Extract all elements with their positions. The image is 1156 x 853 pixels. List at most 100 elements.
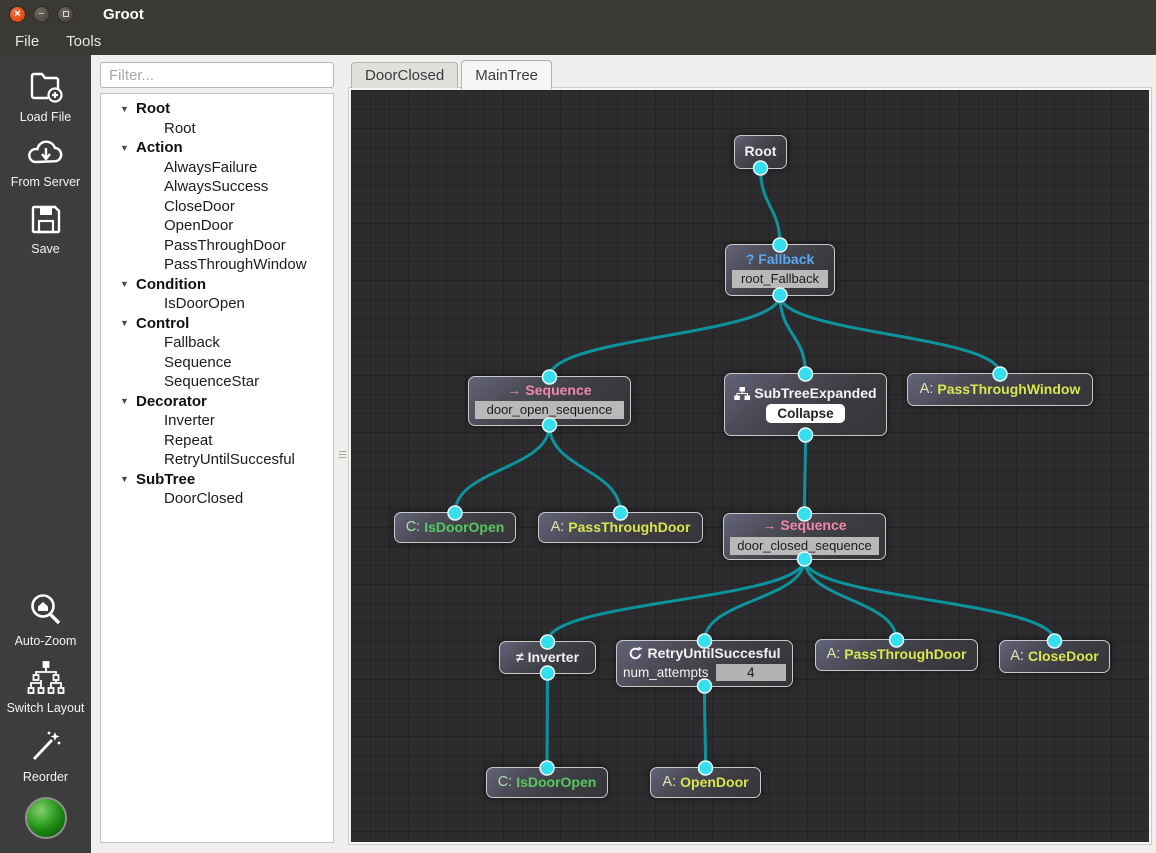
chevron-down-icon: ▼	[120, 318, 129, 329]
node-name-label: Sequence	[780, 517, 847, 534]
node-port-top-subtree_expanded[interactable]	[797, 366, 814, 382]
node-title: A: PassThroughDoor	[826, 646, 967, 663]
chevron-down-icon: ▼	[120, 103, 129, 114]
chevron-down-icon: ▼	[120, 279, 129, 290]
close-icon[interactable]: ×	[9, 5, 26, 23]
switch-layout-button[interactable]: Switch Layout	[0, 653, 91, 720]
node-port-bottom-sequence_open[interactable]	[541, 417, 558, 433]
node-name-label: RetryUntilSuccesful	[647, 644, 781, 661]
node-port-bottom-retry_until_succesful[interactable]	[696, 678, 713, 694]
not-equal-icon: ≠	[515, 648, 524, 665]
filter-input[interactable]	[100, 62, 334, 88]
panel-splitter[interactable]	[339, 55, 346, 853]
palette-item-isdooropen[interactable]: IsDoorOpen	[101, 294, 333, 314]
chevron-down-icon: ▼	[120, 142, 129, 153]
palette-item-fallback[interactable]: Fallback	[101, 333, 333, 353]
switch-layout-label: Switch Layout	[6, 701, 85, 715]
connection-status-orb	[24, 797, 67, 839]
palette-item-retryuntilsuccesful[interactable]: RetryUntilSuccesful	[101, 450, 333, 470]
palette-category-label: Decorator	[136, 392, 207, 410]
node-type-prefix: A:	[919, 380, 934, 397]
save-button[interactable]: Save	[0, 194, 91, 261]
node-port-top-open_door[interactable]	[697, 760, 714, 776]
node-port-top-close_door[interactable]	[1046, 633, 1063, 649]
switch-layout-icon	[25, 659, 67, 697]
palette-category-action[interactable]: ▼ Action	[101, 138, 333, 158]
palette-category-subtree[interactable]: ▼ SubTree	[101, 470, 333, 490]
palette-category-label: Condition	[136, 275, 206, 293]
auto-zoom-button[interactable]: Auto-Zoom	[0, 584, 91, 653]
node-port-bottom-inverter[interactable]	[539, 665, 556, 681]
node-port-top-pass_through_door_2[interactable]	[888, 632, 905, 648]
node-type-prefix: C:	[405, 518, 421, 535]
node-port-bottom-fallback[interactable]	[772, 287, 788, 303]
node-port-top-pass_through_window[interactable]	[992, 366, 1008, 382]
from-server-label: From Server	[10, 175, 81, 189]
tool-sidebar: Load File From Server Save Auto-Zoom Swi…	[0, 55, 91, 853]
palette-item-doorclosed[interactable]: DoorClosed	[101, 489, 333, 509]
node-name-label: PassThroughDoor	[568, 518, 691, 535]
node-name-label: Root	[744, 143, 777, 160]
node-instance-name-field[interactable]: root_Fallback	[732, 270, 828, 289]
menu-file[interactable]: File	[15, 33, 39, 50]
palette-item-repeat[interactable]: Repeat	[101, 431, 333, 451]
node-title: C: IsDoorOpen	[498, 773, 597, 791]
node-type-prefix: A:	[662, 773, 677, 790]
tree-canvas[interactable]: Root? Fallback root_Fallback → Sequence door_…	[351, 90, 1149, 842]
question-icon: ?	[745, 250, 755, 267]
collapse-button[interactable]: Collapse	[766, 404, 845, 424]
maximize-square	[62, 11, 69, 17]
node-port-top-sequence_closed[interactable]	[796, 506, 813, 522]
palette-category-condition[interactable]: ▼ Condition	[101, 275, 333, 295]
node-port-bottom-sequence_closed[interactable]	[796, 551, 813, 567]
palette-category-root[interactable]: ▼ Root	[101, 99, 333, 119]
palette-item-inverter[interactable]: Inverter	[101, 411, 333, 431]
node-port-top-fallback[interactable]	[772, 237, 788, 253]
arrow-right-icon: →	[762, 517, 777, 534]
node-port-top-is_door_open_2[interactable]	[539, 760, 555, 776]
palette-item-passthroughwindow[interactable]: PassThroughWindow	[101, 255, 333, 275]
palette-category-decorator[interactable]: ▼ Decorator	[101, 392, 333, 412]
reorder-button[interactable]: Reorder	[0, 720, 91, 789]
node-port-top-is_door_open_1[interactable]	[447, 505, 463, 521]
palette-item-passthroughdoor[interactable]: PassThroughDoor	[101, 236, 333, 256]
tab-doorclosed[interactable]: DoorClosed	[351, 62, 459, 88]
node-port-bottom-subtree_expanded[interactable]	[797, 427, 814, 443]
node-port-bottom-root[interactable]	[752, 160, 769, 176]
palette-item-alwaysfailure[interactable]: AlwaysFailure	[101, 158, 333, 178]
palette-item-root[interactable]: Root	[101, 119, 333, 139]
maximize-icon[interactable]	[57, 5, 74, 23]
node-name-label: IsDoorOpen	[424, 518, 505, 535]
chevron-down-icon: ▼	[120, 474, 129, 485]
palette-category-control[interactable]: ▼ Control	[101, 314, 333, 334]
reorder-icon	[26, 726, 66, 766]
node-name-label: Inverter	[527, 648, 580, 665]
palette-category-label: SubTree	[136, 470, 196, 488]
arrow-right-icon: →	[507, 381, 522, 398]
node-title: A: CloseDoor	[1010, 647, 1099, 665]
palette-item-opendoor[interactable]: OpenDoor	[101, 216, 333, 236]
palette-item-sequencestar[interactable]: SequenceStar	[101, 372, 333, 392]
node-port-top-retry_until_succesful[interactable]	[696, 633, 713, 649]
minimize-icon[interactable]: −	[33, 5, 50, 23]
tab-bar: DoorClosed MainTree	[346, 55, 1156, 89]
node-type-prefix: A:	[1010, 647, 1024, 664]
palette-item-alwayssuccess[interactable]: AlwaysSuccess	[101, 177, 333, 197]
node-name-label: Fallback	[758, 250, 815, 267]
load-file-button[interactable]: Load File	[0, 60, 91, 129]
node-port-top-pass_through_door_1[interactable]	[612, 505, 629, 521]
node-type-prefix: A:	[826, 646, 841, 663]
menu-tools[interactable]: Tools	[66, 33, 101, 50]
palette-item-closedoor[interactable]: CloseDoor	[101, 197, 333, 217]
tab-maintree[interactable]: MainTree	[461, 60, 553, 89]
node-port-top-sequence_open[interactable]	[541, 369, 558, 385]
node-name-label: IsDoorOpen	[516, 773, 597, 790]
from-server-button[interactable]: From Server	[0, 129, 91, 194]
palette-category-label: Root	[136, 100, 171, 118]
tree-node-subtree_expanded[interactable]: SubTreeExpanded Collapse	[724, 373, 887, 436]
node-port-top-inverter[interactable]	[539, 634, 556, 650]
parameter-value-field[interactable]: 4	[715, 664, 786, 682]
palette-tree: ▼ Root Root ▼ Action AlwaysFailure AlwaysSucce…	[100, 93, 334, 843]
node-instance-name-field[interactable]: door_open_sequence	[475, 401, 624, 420]
palette-item-sequence[interactable]: Sequence	[101, 353, 333, 373]
